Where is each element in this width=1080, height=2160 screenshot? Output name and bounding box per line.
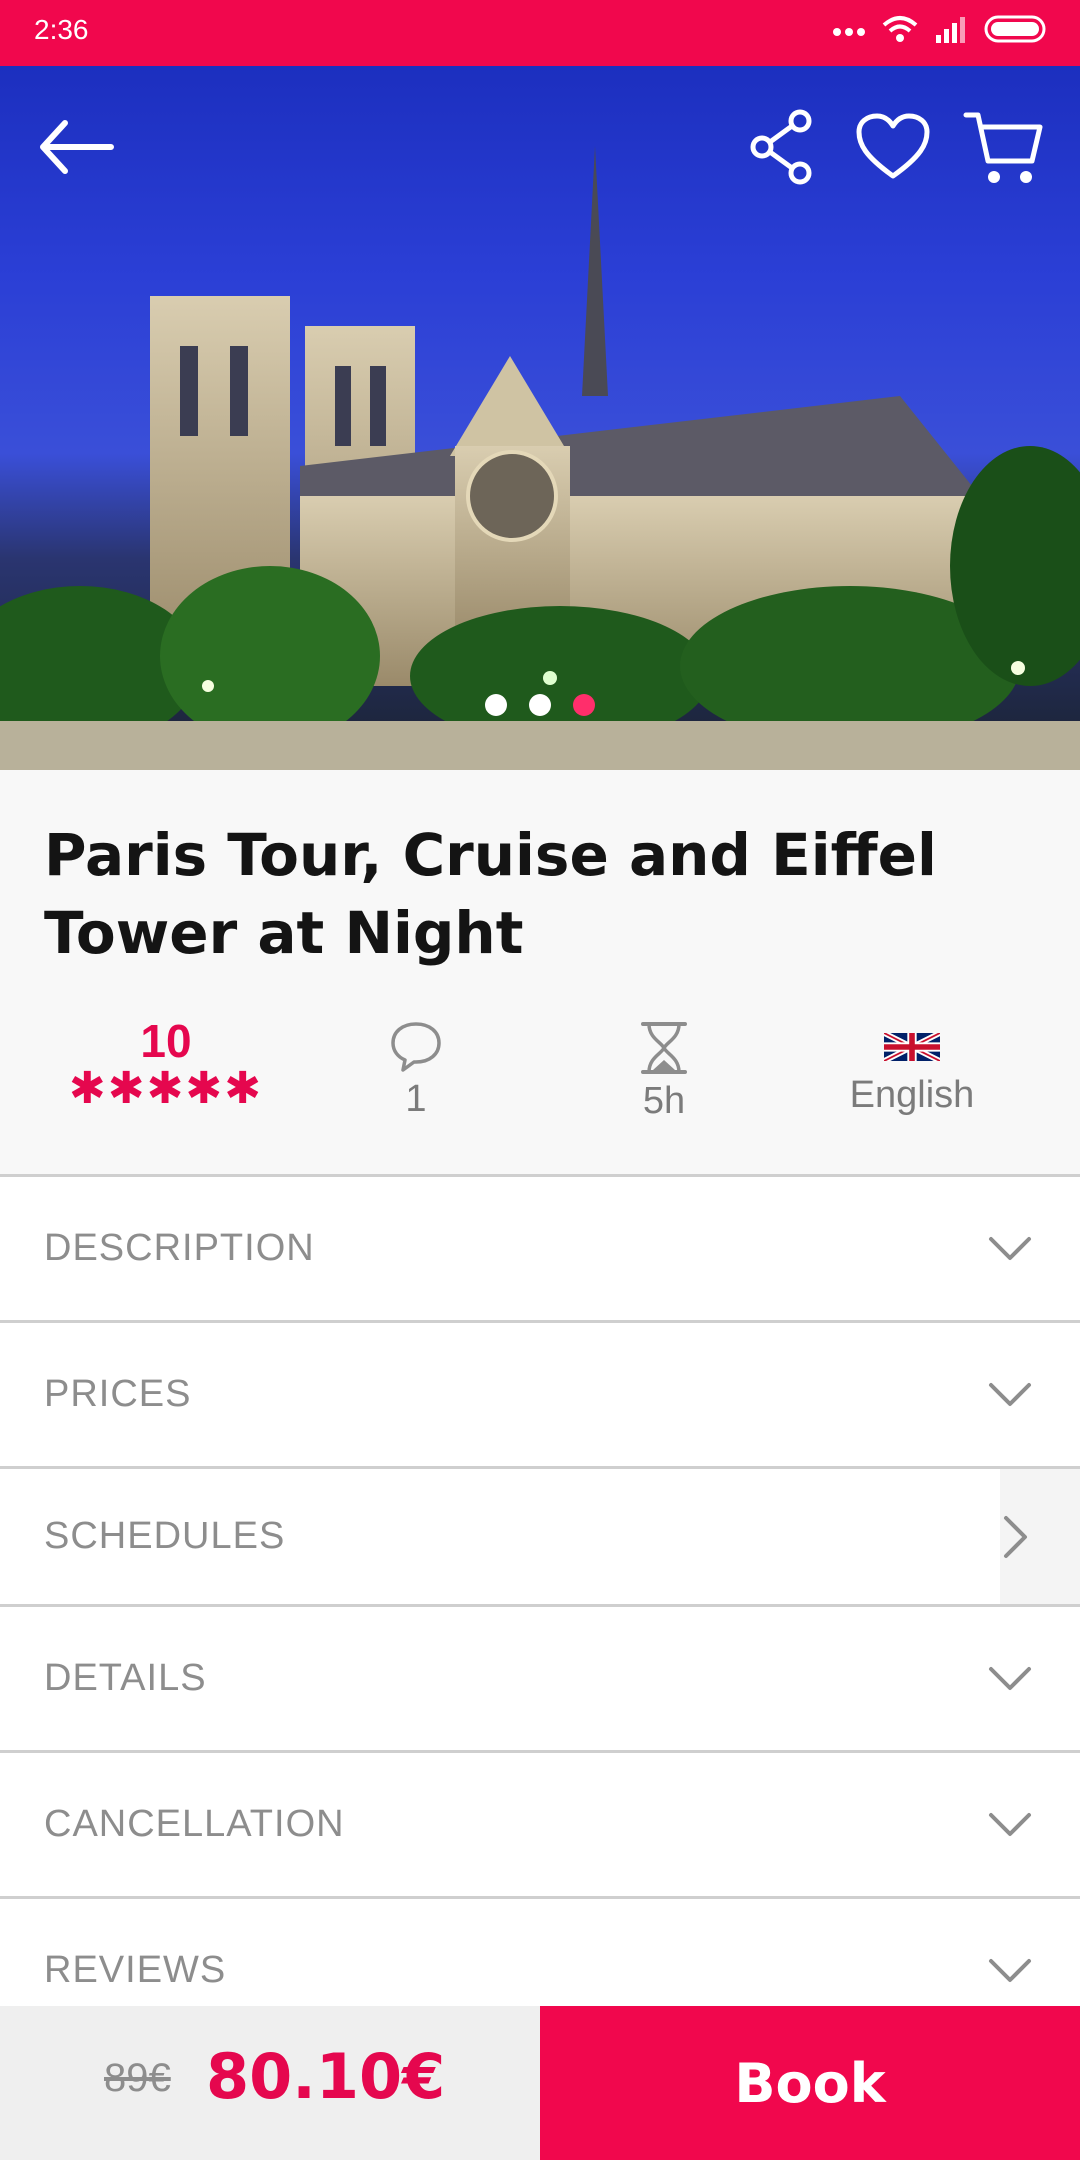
chevron-down-icon (986, 1801, 1034, 1849)
hourglass-icon (554, 1020, 774, 1080)
chevron-down-icon (986, 1371, 1034, 1419)
cart-icon[interactable] (958, 102, 1048, 192)
wifi-icon (882, 15, 918, 47)
battery-icon (984, 14, 1050, 48)
section-description-label: DESCRIPTION (44, 1227, 315, 1269)
rating-stars-icon: ✱✱✱✱✱ (68, 1063, 264, 1114)
status-bar: 2:36 (0, 0, 1080, 66)
language-stat: English (802, 1020, 1022, 1117)
comment-icon (306, 1020, 526, 1078)
signal-icon (934, 15, 968, 47)
section-schedules[interactable]: SCHEDULES (0, 1469, 1080, 1607)
status-time: 2:36 (34, 14, 89, 45)
duration-value: 5h (642, 1080, 686, 1122)
book-button[interactable]: Book (540, 2006, 1080, 2160)
pagination-dot-1[interactable] (485, 694, 507, 716)
status-icons (832, 14, 1050, 48)
chevron-down-icon (986, 1947, 1034, 1995)
section-details[interactable]: DETAILS (0, 1607, 1080, 1753)
reviews-stat[interactable]: 1 (306, 1020, 526, 1121)
section-prices-label: PRICES (44, 1373, 192, 1415)
section-cancellation[interactable]: CANCELLATION (0, 1753, 1080, 1899)
image-pagination (0, 694, 1080, 716)
share-icon[interactable] (738, 102, 828, 192)
more-dots-icon (832, 22, 866, 41)
tour-title: Paris Tour, Cruise and Eiffel Tower at N… (44, 821, 937, 967)
chevron-right-icon (992, 1513, 1040, 1561)
rating-score: 10 (140, 1015, 192, 1067)
section-reviews-label: REVIEWS (44, 1949, 227, 1991)
section-prices[interactable]: PRICES (0, 1323, 1080, 1469)
back-arrow-icon[interactable] (30, 102, 120, 192)
rating-stat: 10 ✱✱✱✱✱ (56, 1016, 276, 1112)
favorite-heart-icon[interactable] (848, 102, 938, 192)
language-value: English (849, 1074, 975, 1116)
price-box: 89€ 80.10€ (0, 2006, 540, 2160)
chevron-down-icon (986, 1655, 1034, 1703)
old-price: 89€ (104, 2056, 171, 2100)
section-cancellation-label: CANCELLATION (44, 1803, 345, 1845)
reviews-count: 1 (405, 1078, 427, 1120)
section-details-label: DETAILS (44, 1657, 207, 1699)
section-description[interactable]: DESCRIPTION (0, 1177, 1080, 1323)
tour-hero-image[interactable] (0, 66, 1080, 770)
uk-flag-icon (802, 1020, 1022, 1074)
booking-bar: 89€ 80.10€ Book (0, 2006, 1080, 2160)
chevron-down-icon (986, 1225, 1034, 1273)
duration-stat: 5h (554, 1020, 774, 1123)
hero-toolbar (0, 102, 1080, 192)
section-schedules-label: SCHEDULES (44, 1515, 286, 1557)
tour-info: Paris Tour, Cruise and Eiffel Tower at N… (0, 770, 1080, 1177)
tour-stats: 10 ✱✱✱✱✱ 1 5h English (0, 1016, 1080, 1130)
pagination-dot-3-active[interactable] (573, 694, 595, 716)
pagination-dot-2[interactable] (529, 694, 551, 716)
current-price: 80.10€ (206, 2040, 446, 2113)
